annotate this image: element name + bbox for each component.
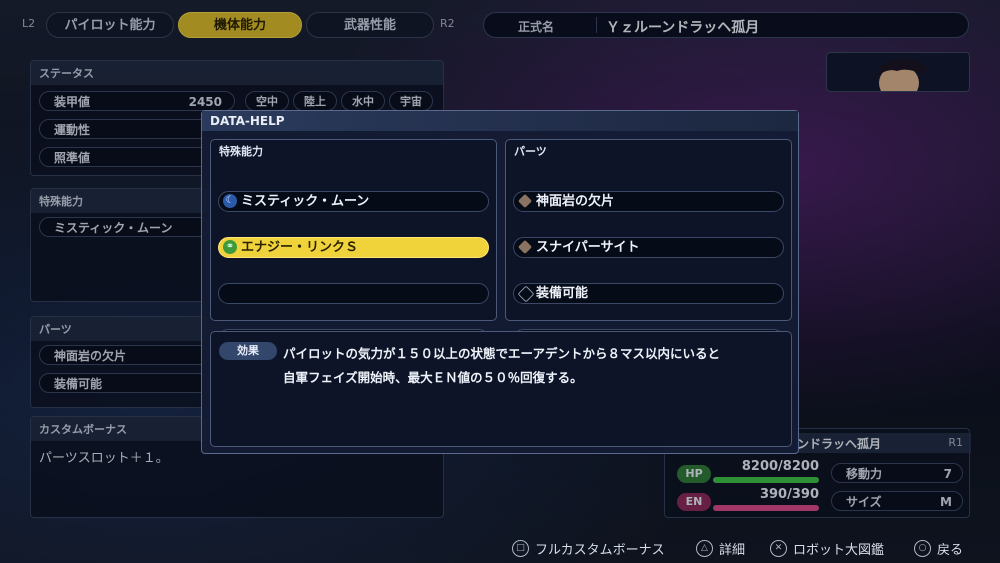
empty-diamond-icon <box>517 285 535 303</box>
effect-line-1: パイロットの気力が１５０以上の状態でエーアデントから８マス以内にいると <box>283 346 721 361</box>
details-label: 詳細 <box>719 543 746 558</box>
back-label: 戻る <box>937 543 964 558</box>
details-button[interactable]: △ 詳細 <box>696 539 745 558</box>
triangle-button-icon: △ <box>696 540 713 557</box>
effect-panel: 効果 パイロットの気力が１５０以上の状態でエーアデントから８マス以内にいると 自… <box>210 331 792 447</box>
part-diamond-icon <box>517 239 533 255</box>
full-custom-bonus-button[interactable]: □ フルカスタムボーナス <box>512 539 665 558</box>
parts-slot-2[interactable]: スナイパーサイト <box>513 237 784 258</box>
effect-description: パイロットの気力が１５０以上の状態でエーアデントから８マス以内にいると 自軍フェ… <box>283 342 720 390</box>
link-icon: ⚭ <box>223 240 237 254</box>
parts-list: パーツ 神面岩の欠片 スナイパーサイト 装備可能 <box>505 139 792 350</box>
special-slot-3[interactable] <box>218 283 489 304</box>
full-custom-bonus-label: フルカスタムボーナス <box>535 543 665 558</box>
parts-slot-3[interactable]: 装備可能 <box>513 283 784 304</box>
parts-list-header: パーツ <box>514 145 547 158</box>
part-diamond-icon <box>517 193 533 209</box>
cross-button-icon: ✕ <box>770 540 787 557</box>
parts-slot-3-label: 装備可能 <box>536 286 589 301</box>
effect-badge: 効果 <box>219 342 277 360</box>
special-slot-1-label: ミスティック・ムーン <box>241 194 370 209</box>
moon-icon: ☾ <box>223 194 237 208</box>
special-slot-2[interactable]: ⚭ エナジー・リンクＳ <box>218 237 489 258</box>
back-button[interactable]: ○ 戻る <box>914 539 963 558</box>
robot-encyclopedia-button[interactable]: ✕ ロボット大図鑑 <box>770 539 884 558</box>
parts-slot-1-label: 神面岩の欠片 <box>536 194 615 209</box>
robot-encyclopedia-label: ロボット大図鑑 <box>793 543 885 558</box>
special-slot-1[interactable]: ☾ ミスティック・ムーン <box>218 191 489 212</box>
parts-slot-1[interactable]: 神面岩の欠片 <box>513 191 784 212</box>
data-help-dialog: DATA-HELP 特殊能力 ☾ ミスティック・ムーン ⚭ エナジー・リンクＳ … <box>201 110 799 454</box>
special-list-header: 特殊能力 <box>219 145 263 158</box>
circle-button-icon: ○ <box>914 540 931 557</box>
special-ability-list: 特殊能力 ☾ ミスティック・ムーン ⚭ エナジー・リンクＳ <box>210 139 497 442</box>
parts-slot-2-label: スナイパーサイト <box>536 240 640 255</box>
dialog-title: DATA-HELP <box>202 111 798 131</box>
special-slot-2-label: エナジー・リンクＳ <box>241 240 359 255</box>
square-button-icon: □ <box>512 540 529 557</box>
effect-line-2: 自軍フェイズ開始時、最大ＥＮ値の５０％回復する。 <box>283 370 583 385</box>
